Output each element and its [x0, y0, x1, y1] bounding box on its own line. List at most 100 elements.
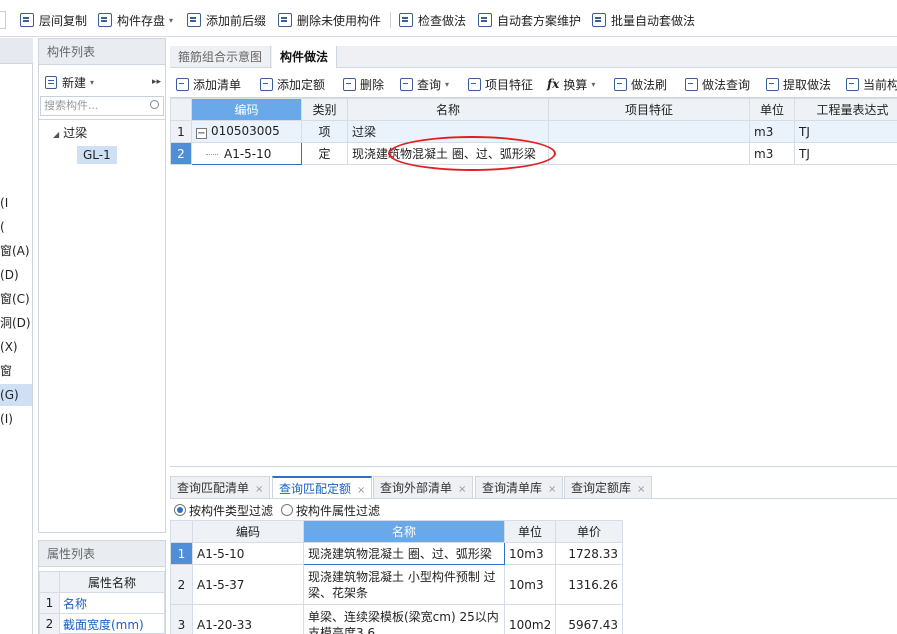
tab-stirrup-diagram[interactable]: 箍筋组合示意图: [170, 46, 272, 68]
tree-node-gl1[interactable]: GL-1: [77, 146, 117, 164]
property-list-title: 属性列表: [39, 541, 165, 567]
more-icon[interactable]: ▸▸: [152, 77, 161, 87]
tree-collapse-icon[interactable]: ◢: [53, 130, 59, 139]
unit-cell[interactable]: m3: [749, 120, 795, 143]
close-icon[interactable]: ×: [637, 484, 645, 495]
expr-cell[interactable]: TJ: [794, 120, 897, 143]
delete-unused-button[interactable]: 删除未使用构件: [278, 11, 381, 29]
category-cell[interactable]: 定: [301, 142, 348, 165]
name-cell[interactable]: 单梁、连续梁模板(梁宽cm) 25以内 支模高度3.6: [303, 604, 505, 634]
chevron-down-icon: ▾: [591, 79, 596, 89]
collapse-icon[interactable]: −: [196, 128, 207, 139]
close-icon[interactable]: ×: [458, 484, 466, 495]
query-button[interactable]: 查询 ▾: [400, 75, 449, 93]
toolbar-dropdown-caret[interactable]: [0, 11, 6, 29]
column-header-code[interactable]: 编码: [191, 98, 302, 121]
top-toolbar: 层间复制 构件存盘 ▾ 添加前后缀 删除未使用构件 检查做法 自动套方案维护 批…: [0, 0, 897, 37]
column-header-expr[interactable]: 工程量表达式: [794, 98, 897, 121]
filter-by-attr-radio[interactable]: [281, 504, 294, 516]
toolbar-separator: [390, 12, 391, 28]
code-cell-editing[interactable]: A1-5-10: [191, 142, 302, 165]
check-method-icon: [399, 13, 413, 27]
column-header-feature[interactable]: 项目特征: [548, 98, 750, 121]
add-bill-button[interactable]: 添加清单: [176, 75, 241, 93]
tree-line: [206, 153, 218, 155]
column-header-name[interactable]: 名称: [347, 98, 549, 121]
component-list-panel: 构件列表 新建 ▾ ▸▸ 搜索构件... ◢ 过梁 GL-1: [38, 38, 166, 533]
navigation-pane-header: [0, 38, 33, 64]
trash-icon: [343, 77, 356, 91]
table-row[interactable]: 3 A1-20-33 单梁、连续梁模板(梁宽cm) 25以内 支模高度3.6 10…: [170, 604, 623, 634]
close-icon[interactable]: ×: [548, 484, 556, 495]
feature-cell[interactable]: [548, 120, 750, 143]
check-method-button[interactable]: 检查做法: [399, 11, 466, 29]
tree-node-lintel[interactable]: ◢ 过梁: [53, 124, 87, 141]
current-component-button[interactable]: 当前构: [846, 75, 897, 93]
nav-item[interactable]: 窗(A): [0, 240, 32, 262]
tab-query-quota-library[interactable]: 查询定额库 ×: [564, 476, 653, 498]
copy-floor-icon: [20, 13, 34, 27]
new-file-icon: [45, 75, 57, 89]
table-row[interactable]: 1 −010503005 项 过梁 m3 TJ: [170, 120, 897, 143]
nav-item[interactable]: 窗(C): [0, 288, 32, 310]
column-header-unit[interactable]: 单位: [504, 520, 556, 543]
search-icon[interactable]: [150, 100, 159, 109]
column-header-code[interactable]: 编码: [192, 520, 304, 543]
delete-button[interactable]: 删除: [343, 75, 384, 93]
column-header-name[interactable]: 名称: [303, 520, 505, 543]
main-tabs: 箍筋组合示意图 构件做法: [170, 46, 897, 68]
item-feature-icon: [468, 77, 481, 91]
method-brush-button[interactable]: 做法刷: [614, 75, 667, 93]
code-cell[interactable]: −010503005: [191, 120, 302, 143]
add-affix-icon: [187, 13, 201, 27]
tab-query-matching-quota[interactable]: 查询匹配定额 ×: [272, 476, 373, 498]
add-quota-button[interactable]: 添加定额: [260, 75, 325, 93]
property-header-num: [39, 571, 60, 593]
tab-query-matching-bill[interactable]: 查询匹配清单 ×: [170, 476, 271, 498]
name-cell[interactable]: 现浇建筑物混凝土 小型构件预制 过梁、花架条: [303, 564, 505, 605]
add-bill-icon: [176, 77, 189, 91]
filter-by-type-radio[interactable]: [174, 504, 186, 516]
nav-item[interactable]: ): [0, 216, 32, 238]
component-tree: ◢ 过梁 GL-1: [39, 119, 165, 533]
feature-cell[interactable]: [548, 142, 750, 165]
nav-item[interactable]: (I): [0, 408, 32, 430]
category-cell[interactable]: 项: [301, 120, 348, 143]
property-header-name: 属性名称: [59, 571, 165, 593]
property-list-panel: 属性列表 属性名称 1 名称 2 截面宽度(mm): [38, 540, 166, 634]
table-row[interactable]: 2 A1-5-37 现浇建筑物混凝土 小型构件预制 过梁、花架条 10m3 13…: [170, 564, 623, 605]
unit-cell[interactable]: m3: [749, 142, 795, 165]
column-header-unit[interactable]: 单位: [749, 98, 795, 121]
tab-query-bill-library[interactable]: 查询清单库 ×: [475, 476, 564, 498]
table-row[interactable]: 1 A1-5-10 现浇建筑物混凝土 圈、过、弧形梁 10m3 1728.33: [170, 542, 623, 565]
method-query-button[interactable]: 做法查询: [685, 75, 750, 93]
method-query-icon: [685, 77, 698, 91]
property-row[interactable]: 2 截面宽度(mm): [39, 613, 165, 634]
nav-item-selected[interactable]: (G): [0, 384, 32, 406]
close-icon[interactable]: ×: [357, 485, 365, 496]
nav-item[interactable]: I): [0, 192, 32, 214]
close-icon[interactable]: ×: [255, 484, 263, 495]
tab-component-method[interactable]: 构件做法: [272, 46, 338, 68]
extract-method-button[interactable]: 提取做法: [766, 75, 831, 93]
save-component-button[interactable]: 构件存盘 ▾: [98, 11, 173, 29]
expr-cell[interactable]: TJ: [794, 142, 897, 165]
floor-copy-button[interactable]: 层间复制: [20, 11, 87, 29]
nav-item[interactable]: (X): [0, 336, 32, 358]
property-row[interactable]: 1 名称: [39, 592, 165, 614]
tab-query-external-bill[interactable]: 查询外部清单 ×: [373, 476, 474, 498]
component-search-input[interactable]: 搜索构件...: [40, 96, 164, 116]
name-cell-selected[interactable]: 现浇建筑物混凝土 圈、过、弧形梁: [303, 542, 505, 565]
nav-item[interactable]: 窗: [0, 360, 32, 382]
nav-item[interactable]: 洞(D): [0, 312, 32, 334]
batch-auto-button[interactable]: 批量自动套做法: [592, 11, 695, 29]
column-header-price[interactable]: 单价: [555, 520, 623, 543]
nav-item[interactable]: (D): [0, 264, 32, 286]
convert-button[interactable]: fx 换算 ▾: [547, 75, 595, 93]
auto-scheme-button[interactable]: 自动套方案维护: [478, 11, 581, 29]
add-affix-button[interactable]: 添加前后缀: [187, 11, 266, 29]
new-component-button[interactable]: 新建 ▾ ▸▸: [39, 71, 165, 93]
column-header-category[interactable]: 类别: [301, 98, 348, 121]
fx-icon: fx: [547, 77, 560, 91]
item-feature-button[interactable]: 项目特征: [468, 75, 533, 93]
